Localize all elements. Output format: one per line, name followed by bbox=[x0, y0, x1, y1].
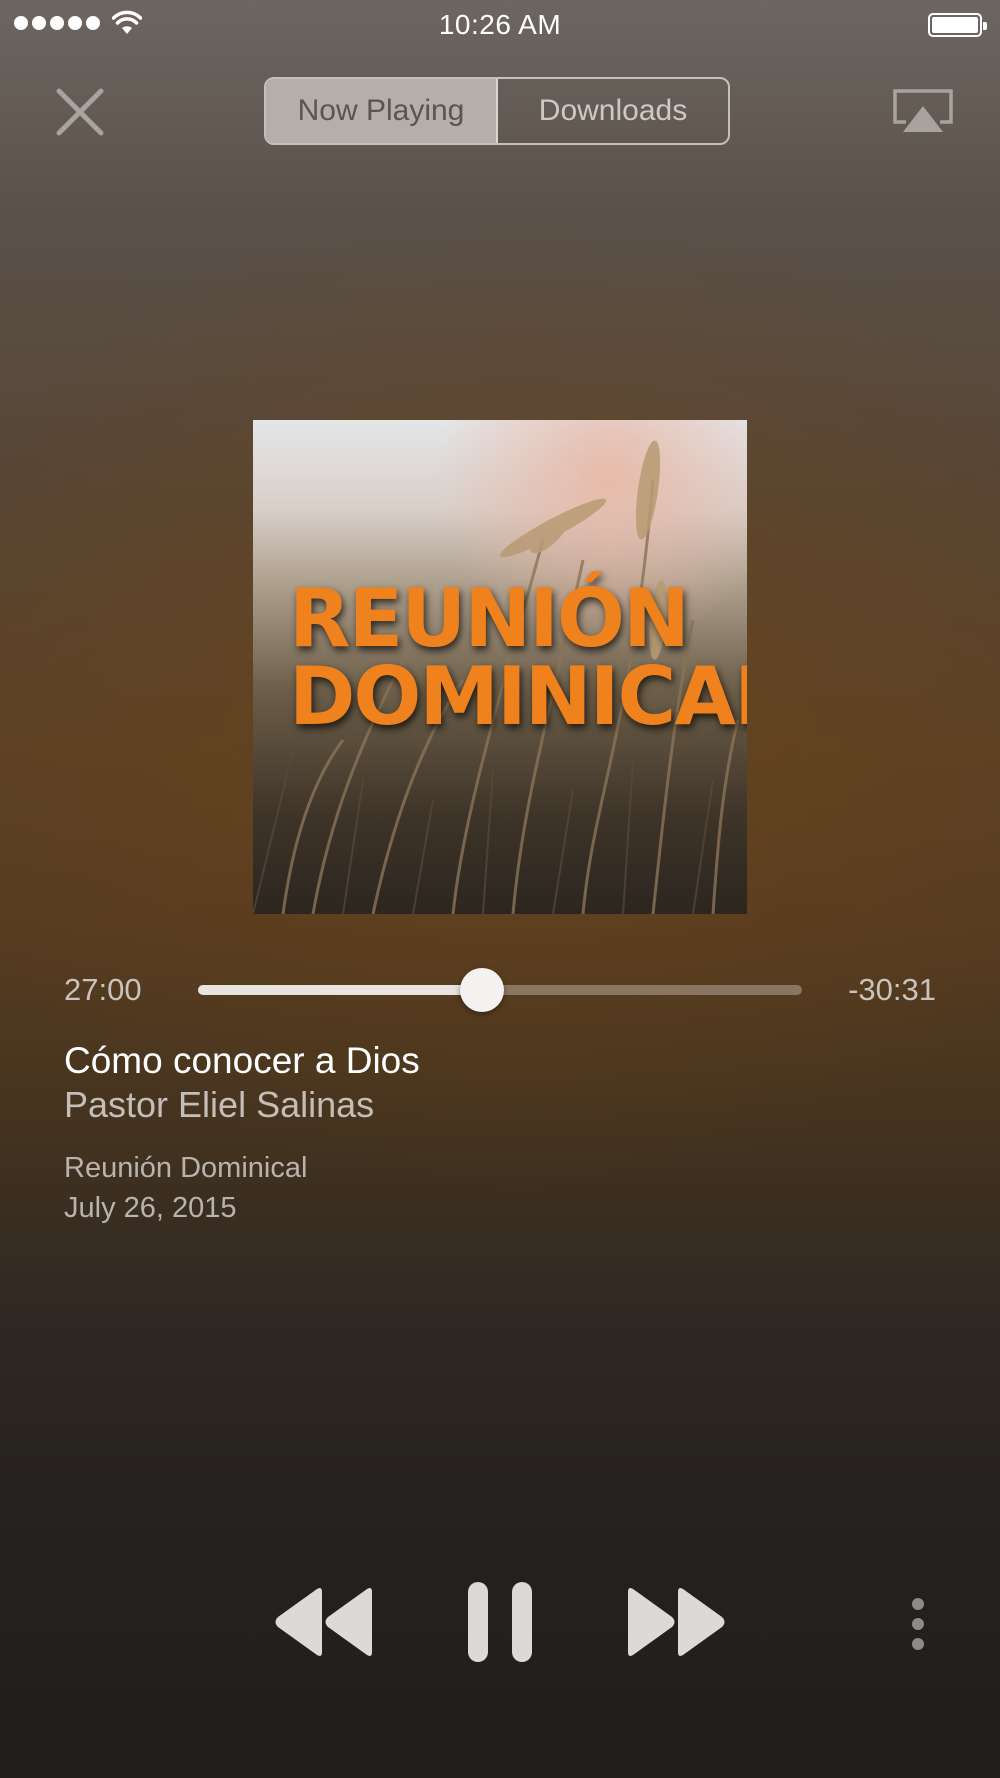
album-artwork: REUNIÓN DOMINICAL bbox=[253, 420, 747, 914]
artwork-title: REUNIÓN DOMINICAL bbox=[289, 572, 747, 743]
track-title: Cómo conocer a Dios bbox=[64, 1040, 420, 1081]
progress-knob[interactable] bbox=[459, 968, 504, 1012]
status-time: 10:26 AM bbox=[438, 9, 562, 40]
tab-now-playing[interactable]: Now Playing bbox=[266, 79, 498, 143]
track-date: July 26, 2015 bbox=[64, 1192, 237, 1224]
airplay-icon[interactable] bbox=[892, 88, 954, 134]
fast-forward-icon[interactable] bbox=[626, 1586, 728, 1658]
progress-played bbox=[198, 985, 482, 995]
track-series: Reunión Dominical bbox=[64, 1152, 308, 1184]
status-bar: 10:26 AM bbox=[0, 0, 1000, 48]
elapsed-time: 27:00 bbox=[64, 972, 142, 1007]
rewind-icon[interactable] bbox=[272, 1586, 374, 1658]
pause-icon[interactable] bbox=[466, 1582, 534, 1662]
tab-downloads[interactable]: Downloads bbox=[498, 79, 728, 143]
remaining-time: -30:31 bbox=[848, 972, 936, 1007]
track-speaker: Pastor Eliel Salinas bbox=[64, 1084, 375, 1125]
battery-icon bbox=[928, 13, 987, 37]
close-icon[interactable] bbox=[54, 86, 106, 138]
view-switcher: Now Playing Downloads bbox=[264, 77, 730, 145]
more-vertical-icon[interactable] bbox=[908, 1596, 928, 1652]
